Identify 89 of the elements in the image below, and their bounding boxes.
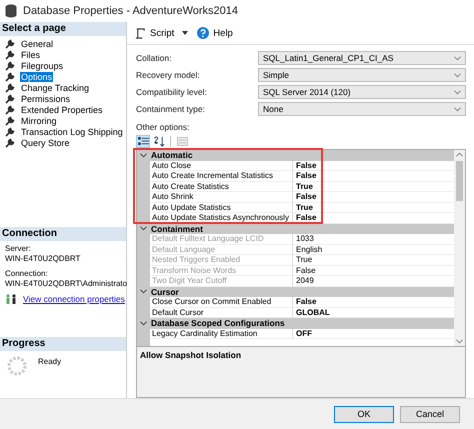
dropdown-field[interactable]: SQL Server 2014 (120) [258,85,466,99]
wrench-icon [5,82,15,92]
server-name: WIN-E4T0U2QDBRT [5,254,80,264]
description-text: Allow Snapshot Isolation [140,350,242,360]
chevron-icon[interactable] [140,320,147,326]
wrench-icon [5,138,15,148]
sidebar-item[interactable]: Query Store [20,138,71,148]
field-label: Recovery model: [136,70,201,80]
ok-button[interactable]: OK [334,406,394,422]
wrench-icon [5,72,15,82]
sidebar-item[interactable]: General [20,38,54,48]
alphabetical-button[interactable] [152,135,166,148]
chevron-icon[interactable] [140,226,147,232]
category-row[interactable]: Containment [137,224,454,234]
section-header: Progress [0,337,126,351]
chevron-down-icon [454,56,461,60]
field-label: Compatibility level: [136,87,208,97]
people-icon [5,294,17,304]
chevron-down-icon [454,90,461,94]
sidebar-item[interactable]: Permissions [20,94,72,104]
progress-status: Ready [38,357,62,367]
field-label: Containment type: [136,104,206,114]
property-name[interactable]: Auto Shrink [150,192,293,202]
property-value[interactable]: False [293,171,454,182]
chevron-down-icon [454,72,461,78]
wrench-icon [5,94,15,104]
sidebar-item[interactable]: Extended Properties [20,104,104,114]
dropdown-field[interactable]: Simple [258,68,466,82]
sidebar-item[interactable]: Change Tracking [20,82,90,92]
cancel-button[interactable]: Cancel [400,406,460,422]
scrollbar-thumb[interactable] [456,161,463,201]
property-value[interactable]: False [293,160,454,171]
section-header: Connection [0,227,126,241]
property-value[interactable]: False [293,192,454,202]
section-header: Select a page [0,22,126,36]
wrench-icon [5,50,15,60]
list-icon [176,137,188,146]
property-value[interactable]: True [293,202,454,213]
sidebar-item[interactable]: Mirroring [20,116,58,126]
property-name[interactable]: Auto Update Statistics [150,202,293,213]
property-name[interactable]: Close Cursor on Commit Enabled [150,297,293,308]
chevron-icon[interactable] [140,152,147,158]
chevron-down-icon[interactable] [456,339,463,344]
property-value[interactable]: English [293,244,454,255]
dropdown-field[interactable]: None [258,102,466,116]
caret-icon[interactable] [182,31,188,35]
property-name[interactable]: Auto Close [150,160,293,171]
wrench-icon [5,104,15,114]
connection-label: Connection: [5,269,48,279]
category-row[interactable]: Automatic [137,150,454,160]
property-value[interactable]: True [293,182,454,192]
property-name[interactable]: Auto Create Incremental Statistics [150,171,293,182]
wrench-icon [5,126,15,136]
help-icon [197,27,210,39]
sidebar-item[interactable]: Options [20,72,54,82]
chevron-icon[interactable] [140,289,147,294]
property-name[interactable]: Legacy Cardinality Estimation [150,328,293,339]
chevron-down-icon [454,106,461,112]
window-title: Database Properties - AdventureWorks2014 [23,5,238,17]
field-label: Collation: [136,53,172,63]
wrench-icon [5,116,15,126]
sort-icon [154,136,164,147]
category-row[interactable]: Cursor [137,286,454,297]
property-value[interactable]: 1033 [293,234,454,244]
sidebar-item[interactable]: Files [20,50,42,60]
database-icon [5,4,17,18]
scrollbar[interactable] [454,150,465,346]
dropdown-field[interactable]: SQL_Latin1_General_CP1_CI_AS [258,51,466,65]
script-icon [135,28,146,38]
connection-name: WIN-E4T0U2QDBRT\Administrato [5,279,128,289]
server-label: Server: [5,244,31,254]
property-value[interactable]: False [293,266,454,276]
help-button[interactable]: Help [195,26,235,40]
script-button[interactable]: Script [133,26,176,40]
connection-properties-link[interactable]: View connection properties [23,294,125,304]
property-value[interactable]: True [293,255,454,266]
property-value[interactable]: False [293,297,454,308]
property-value[interactable]: OFF [293,328,454,339]
property-name[interactable]: Auto Create Statistics [150,182,293,192]
wrench-icon [5,38,15,48]
other-options-label: Other options: [136,122,190,132]
chevron-up-icon[interactable] [456,152,463,157]
category-row[interactable]: Database Scoped Configurations [137,318,454,328]
categorized-button[interactable] [136,135,150,148]
sidebar-item[interactable]: Filegroups [20,60,64,70]
categorized-icon [138,137,148,146]
sidebar-item[interactable]: Transaction Log Shipping [20,126,124,136]
spinner-icon [6,355,28,377]
wrench-icon [5,60,15,70]
